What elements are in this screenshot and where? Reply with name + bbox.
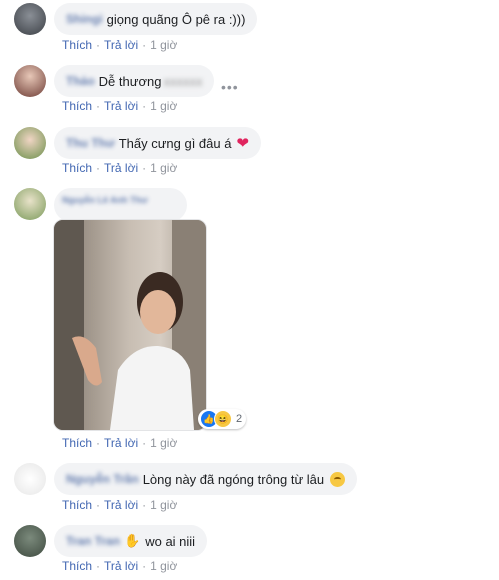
comment-actions: Thích · Trả lời · 1 giờ — [62, 436, 178, 450]
timestamp[interactable]: 1 giờ — [150, 559, 177, 573]
photo-attachment[interactable] — [53, 219, 207, 431]
commenter-name[interactable]: Tran Tran — [66, 534, 120, 548]
reply-link[interactable]: Trả lời — [104, 436, 138, 450]
waving-hand-icon: ✋ — [124, 533, 141, 548]
comment-text: Thấy cưng gì đâu á — [118, 135, 232, 151]
like-link[interactable]: Thích — [62, 436, 92, 450]
comment-actions: Thích · Trả lời · 1 giờ — [62, 559, 178, 573]
commenter-name[interactable]: Nguyễn Lê Anh Thư — [62, 195, 148, 205]
comment-bubble: Thu Thư Thấy cưng gì đâu á ❤ — [54, 127, 262, 159]
blurred-text: xxxxxx — [163, 73, 203, 89]
comment-text: Lòng này đã ngóng trông từ lâu — [142, 471, 325, 487]
comment-bubble: Tran Tran ✋ wo ai niii — [54, 525, 208, 557]
comment-bubble — [54, 188, 187, 222]
avatar[interactable] — [14, 127, 46, 159]
commenter-name[interactable]: Shingi — [66, 12, 103, 26]
reply-link[interactable]: Trả lời — [104, 161, 138, 175]
heart-icon: ❤ — [236, 135, 250, 152]
timestamp[interactable]: 1 giờ — [150, 38, 177, 52]
comment-actions: Thích · Trả lời · 1 giờ — [62, 161, 178, 175]
comment-bubble: Nguyễn Trần Lòng này đã ngóng trông từ l… — [54, 463, 358, 495]
comment-actions: Thích · Trả lời · 1 giờ — [62, 99, 178, 113]
comment-text: giọng quãng Ô pê ra :))) — [106, 11, 246, 27]
avatar[interactable] — [14, 3, 46, 35]
haha-icon: 😆 — [214, 410, 232, 428]
comment-text: wo ai niii — [145, 533, 196, 549]
timestamp[interactable]: 1 giờ — [150, 498, 177, 512]
reply-link[interactable]: Trả lời — [104, 559, 138, 573]
comment-actions: Thích · Trả lời · 1 giờ — [62, 38, 178, 52]
avatar[interactable] — [14, 65, 46, 97]
comment-text: Dễ thương — [98, 73, 162, 89]
commenter-name[interactable]: Thảo — [66, 74, 95, 88]
avatar[interactable] — [14, 525, 46, 557]
avatar[interactable] — [14, 188, 46, 220]
comment-actions: Thích · Trả lời · 1 giờ — [62, 498, 178, 512]
photo-person-icon — [54, 220, 206, 430]
smirk-emoji-icon — [330, 471, 346, 487]
like-link[interactable]: Thích — [62, 38, 92, 52]
timestamp[interactable]: 1 giờ — [150, 161, 177, 175]
reply-link[interactable]: Trả lời — [104, 38, 138, 52]
ellipsis-icon[interactable]: ••• — [221, 79, 239, 95]
comment-bubble: Thảo Dễ thương xxxxxx — [54, 65, 215, 97]
reply-link[interactable]: Trả lời — [104, 498, 138, 512]
like-link[interactable]: Thích — [62, 559, 92, 573]
reaction-summary[interactable]: 👍 😆 2 — [198, 409, 247, 429]
like-link[interactable]: Thích — [62, 99, 92, 113]
reaction-count: 2 — [236, 413, 243, 425]
reply-link[interactable]: Trả lời — [104, 99, 138, 113]
avatar[interactable] — [14, 463, 46, 495]
commenter-name[interactable]: Thu Thư — [66, 136, 115, 150]
like-link[interactable]: Thích — [62, 498, 92, 512]
comment-bubble: Shingi giọng quãng Ô pê ra :))) — [54, 3, 258, 35]
like-link[interactable]: Thích — [62, 161, 92, 175]
timestamp[interactable]: 1 giờ — [150, 436, 177, 450]
timestamp[interactable]: 1 giờ — [150, 99, 177, 113]
commenter-name[interactable]: Nguyễn Trần — [66, 472, 139, 486]
